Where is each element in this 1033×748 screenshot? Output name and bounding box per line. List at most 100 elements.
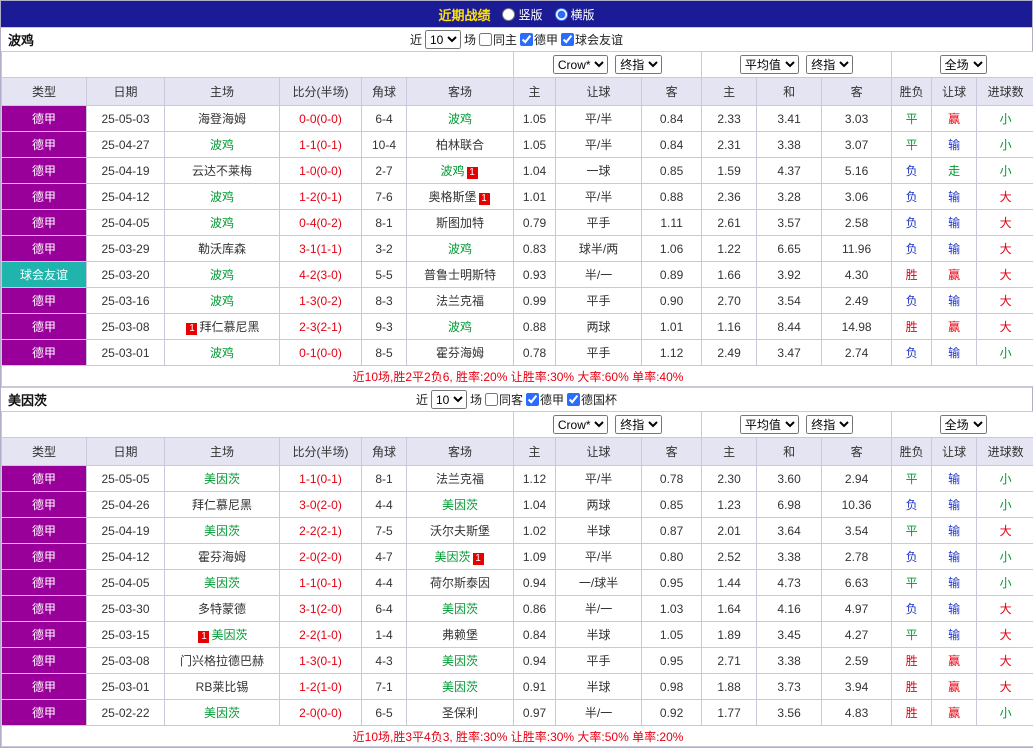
europe-source-select[interactable]: 平均值 [740,415,799,434]
away-team[interactable]: 荷尔斯泰因 [407,570,514,596]
home-team[interactable]: 美因茨 [165,518,280,544]
away-team[interactable]: 美因茨 [407,648,514,674]
match-score[interactable]: 2-2(1-0) [280,622,362,648]
home-team[interactable]: 拜仁慕尼黑 [165,492,280,518]
europe-odds-type-select[interactable]: 终指 [806,415,853,434]
same-venue-checkbox[interactable] [485,393,498,406]
match-score[interactable]: 0-0(0-0) [280,106,362,132]
asia-home-odds: 0.86 [514,596,556,622]
away-team[interactable]: 美因茨1 [407,544,514,570]
match-score[interactable]: 3-0(2-0) [280,492,362,518]
match-score[interactable]: 3-1(2-0) [280,596,362,622]
goals-result: 大 [977,236,1033,262]
extra-comp-checkbox[interactable] [567,393,580,406]
away-team[interactable]: 弗赖堡 [407,622,514,648]
away-team[interactable]: 普鲁士明斯特 [407,262,514,288]
horizontal-radio[interactable] [555,8,568,21]
same-venue-checkbox[interactable] [479,33,492,46]
home-team[interactable]: 波鸡 [165,184,280,210]
away-team[interactable]: 斯图加特 [407,210,514,236]
asia-odds-type-select[interactable]: 终指 [615,415,662,434]
match-row: 德甲25-03-01RB莱比锡1-2(1-0)7-1美因茨0.91半球0.981… [2,674,1033,700]
league-checkbox[interactable] [526,393,539,406]
home-team[interactable]: 1拜仁慕尼黑 [165,314,280,340]
extra-comp-checkbox-option[interactable]: 球会友谊 [561,31,623,48]
asia-bookmaker-select[interactable]: Crow* [553,55,608,74]
away-team[interactable]: 美因茨 [407,492,514,518]
recent-count-select[interactable]: 10 [431,390,467,409]
home-team[interactable]: 波鸡 [165,132,280,158]
match-score[interactable]: 2-2(2-1) [280,518,362,544]
match-row: 德甲25-03-151美因茨2-2(1-0)1-4弗赖堡0.84半球1.051.… [2,622,1033,648]
match-score[interactable]: 2-3(2-1) [280,314,362,340]
team-name: 法兰克福 [436,472,484,486]
layout-vertical-option[interactable]: 竖版 [502,6,542,23]
extra-comp-checkbox-option[interactable]: 德国杯 [567,391,617,408]
home-team[interactable]: 勒沃库森 [165,236,280,262]
home-team[interactable]: RB莱比锡 [165,674,280,700]
home-team[interactable]: 波鸡 [165,288,280,314]
same-venue-checkbox-option[interactable]: 同客 [485,391,523,408]
rank-badge: 1 [186,323,197,335]
match-score[interactable]: 0-1(0-0) [280,340,362,366]
match-score[interactable]: 1-1(0-1) [280,132,362,158]
away-team[interactable]: 美因茨 [407,596,514,622]
league-checkbox[interactable] [520,33,533,46]
home-team[interactable]: 波鸡 [165,210,280,236]
away-team[interactable]: 波鸡 [407,236,514,262]
layout-horizontal-option[interactable]: 横版 [555,6,595,23]
away-team[interactable]: 霍芬海姆 [407,340,514,366]
scope-select[interactable]: 全场 [940,415,987,434]
home-team[interactable]: 霍芬海姆 [165,544,280,570]
league-checkbox-option[interactable]: 德甲 [520,31,558,48]
league-checkbox-option[interactable]: 德甲 [526,391,564,408]
away-team[interactable]: 圣保利 [407,700,514,726]
away-team[interactable]: 奥格斯堡1 [407,184,514,210]
away-team[interactable]: 波鸡 [407,314,514,340]
away-team[interactable]: 法兰克福 [407,466,514,492]
recent-count-select[interactable]: 10 [425,30,461,49]
away-team[interactable]: 波鸡1 [407,158,514,184]
home-team[interactable]: 美因茨 [165,700,280,726]
match-score[interactable]: 0-4(0-2) [280,210,362,236]
match-score[interactable]: 1-2(1-0) [280,674,362,700]
home-team[interactable]: 波鸡 [165,262,280,288]
match-score[interactable]: 3-1(1-1) [280,236,362,262]
home-team[interactable]: 美因茨 [165,570,280,596]
away-team[interactable]: 沃尔夫斯堡 [407,518,514,544]
filter-controls: 近 10 场 同客 德甲 德国杯 [416,390,617,409]
odds-selector-spacer [2,52,514,78]
europe-odds-type-select[interactable]: 终指 [806,55,853,74]
match-score[interactable]: 1-3(0-2) [280,288,362,314]
home-team[interactable]: 云达不莱梅 [165,158,280,184]
title-bar: 近期战绩 竖版 横版 [1,1,1032,27]
away-team[interactable]: 波鸡 [407,106,514,132]
away-team[interactable]: 柏林联合 [407,132,514,158]
home-team[interactable]: 多特蒙德 [165,596,280,622]
scope-select[interactable]: 全场 [940,55,987,74]
asia-odds-type-select[interactable]: 终指 [615,55,662,74]
home-team[interactable]: 美因茨 [165,466,280,492]
extra-comp-checkbox[interactable] [561,33,574,46]
europe-source-select[interactable]: 平均值 [740,55,799,74]
vertical-radio[interactable] [502,8,515,21]
away-team[interactable]: 法兰克福 [407,288,514,314]
match-score[interactable]: 1-0(0-0) [280,158,362,184]
away-team[interactable]: 美因茨 [407,674,514,700]
home-team[interactable]: 门兴格拉德巴赫 [165,648,280,674]
match-score[interactable]: 4-2(3-0) [280,262,362,288]
avg-home-odds: 1.44 [702,570,757,596]
home-team[interactable]: 1美因茨 [165,622,280,648]
match-score[interactable]: 1-2(0-1) [280,184,362,210]
match-score[interactable]: 2-0(2-0) [280,544,362,570]
match-score[interactable]: 1-3(0-1) [280,648,362,674]
home-team[interactable]: 波鸡 [165,340,280,366]
asia-bookmaker-select[interactable]: Crow* [553,415,608,434]
corner-score: 4-4 [362,570,407,596]
team-name: 弗赖堡 [442,628,478,642]
match-score[interactable]: 1-1(0-1) [280,570,362,596]
match-score[interactable]: 2-0(0-0) [280,700,362,726]
match-score[interactable]: 1-1(0-1) [280,466,362,492]
same-venue-checkbox-option[interactable]: 同主 [479,31,517,48]
home-team[interactable]: 海登海姆 [165,106,280,132]
